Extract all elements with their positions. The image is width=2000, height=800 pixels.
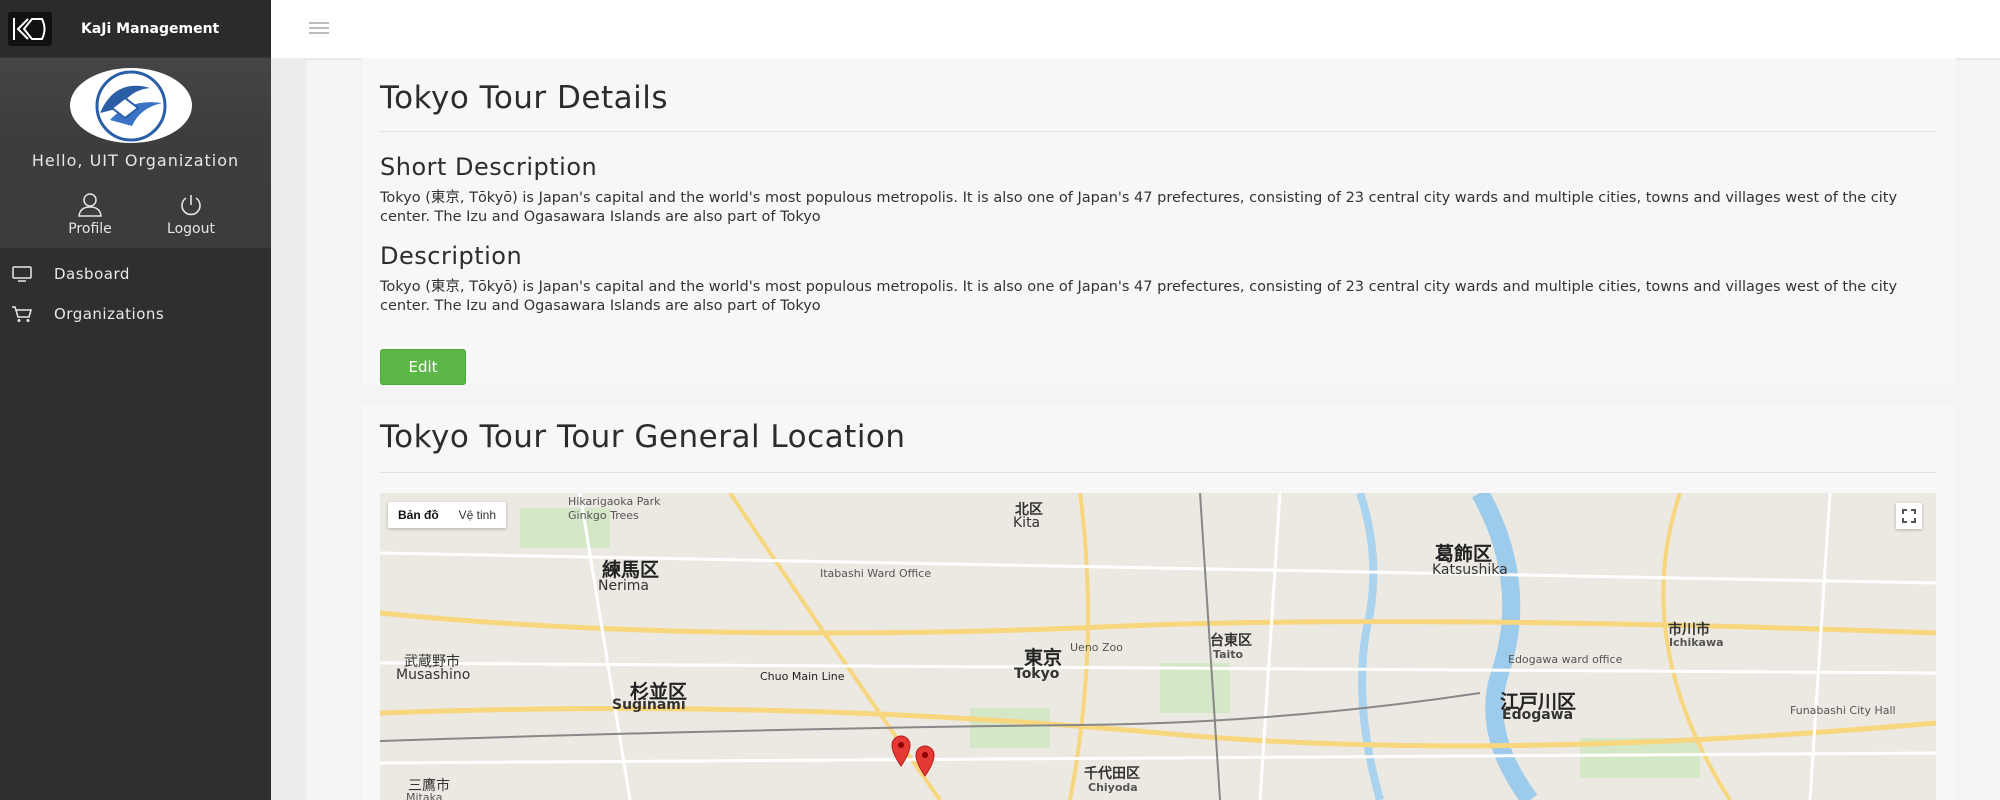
map-label-funabashi: Funabashi City Hall <box>1790 704 1896 717</box>
map-label-mitaka: Mitaka <box>406 791 443 800</box>
logout-link[interactable]: Logout <box>151 193 231 237</box>
map-label-katsushika: Katsushika <box>1432 562 1508 578</box>
map-label-chiyoda-jp: 千代田区 <box>1084 766 1140 782</box>
logout-label: Logout <box>167 221 215 237</box>
map-label-edogawa-office: Edogawa ward office <box>1508 653 1623 666</box>
location-card: Tokyo Tour Tour General Location Bản đồ … <box>362 405 1956 800</box>
location-pin-icon[interactable] <box>914 745 936 777</box>
map-type-satellite[interactable]: Vệ tinh <box>449 502 506 528</box>
map-label-itabashi: Itabashi Ward Office <box>820 567 932 580</box>
brand-logo-icon[interactable] <box>8 11 52 46</box>
edit-button[interactable]: Edit <box>380 349 466 385</box>
page-title: Tokyo Tour Details <box>380 80 668 116</box>
top-bar <box>271 0 2000 58</box>
details-card: Tokyo Tour Details Short Description Tok… <box>362 58 1956 385</box>
map-type-control: Bản đồ Vệ tinh <box>388 502 507 528</box>
divider <box>380 472 1936 473</box>
short-description-text: Tokyo (東京, Tōkyō) is Japan's capital and… <box>380 190 1898 225</box>
map-label-tokyo: Tokyo <box>1014 666 1060 682</box>
description-text: Tokyo (東京, Tōkyō) is Japan's capital and… <box>380 279 1898 314</box>
menu-toggle-icon[interactable] <box>309 22 329 37</box>
map-label-musashino: Musashino <box>396 667 471 683</box>
location-title: Tokyo Tour Tour General Location <box>380 419 906 455</box>
sidebar-item-dashboard[interactable]: Dasboard <box>0 254 271 294</box>
map-type-map[interactable]: Bản đồ <box>388 502 449 528</box>
sidebar: KaJi Management Hello, UIT Organization … <box>0 0 271 800</box>
sidebar-item-organizations[interactable]: Organizations <box>0 294 271 334</box>
map-label-chuo-line: Chuo Main Line <box>760 670 845 683</box>
map-label-taito: Taito <box>1213 648 1244 661</box>
monitor-icon <box>12 266 32 282</box>
fullscreen-icon[interactable] <box>1896 503 1922 529</box>
sidebar-nav: Dasboard Organizations <box>0 254 271 334</box>
map-label-edogawa: Edogawa <box>1502 707 1574 723</box>
map-label-suginami: Suginami <box>612 697 686 713</box>
avatar <box>70 68 192 143</box>
map[interactable]: Bản đồ Vệ tinh Hikarigaoka Park Ginkgo T… <box>380 493 1936 800</box>
cart-icon <box>12 306 32 322</box>
sidebar-item-label: Organizations <box>54 305 165 323</box>
brand-bar: KaJi Management <box>0 0 271 58</box>
map-label-chiyoda: Chiyoda <box>1088 781 1138 794</box>
map-label-nerima: Nerima <box>598 578 649 594</box>
sidebar-item-label: Dasboard <box>54 265 130 283</box>
content-gutter <box>271 58 306 800</box>
brand-name[interactable]: KaJi Management <box>81 21 219 37</box>
map-label-ueno-zoo: Ueno Zoo <box>1070 641 1124 654</box>
description-heading: Description <box>380 242 523 270</box>
profile-label: Profile <box>68 221 112 237</box>
map-label-kita: Kita <box>1013 515 1041 531</box>
short-description-heading: Short Description <box>380 153 598 181</box>
user-panel: Hello, UIT Organization Profile Logout <box>0 58 271 248</box>
profile-link[interactable]: Profile <box>50 193 130 237</box>
divider <box>380 131 1936 132</box>
map-label-taito-jp: 台東区 <box>1210 633 1252 649</box>
location-pin-icon[interactable] <box>890 735 912 767</box>
greeting: Hello, UIT Organization <box>31 151 240 170</box>
map-label-hikarigaoka: Hikarigaoka Park Ginkgo Trees <box>568 495 661 522</box>
user-icon <box>78 193 102 217</box>
map-label-ichikawa: Ichikawa <box>1669 636 1724 649</box>
power-icon <box>181 195 201 216</box>
